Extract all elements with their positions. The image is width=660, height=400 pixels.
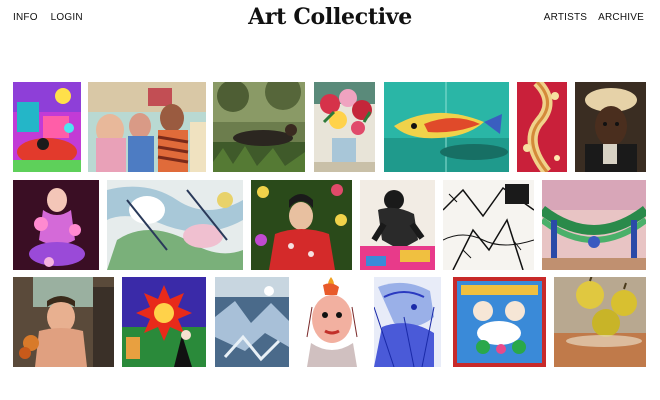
artwork-tile[interactable]: [374, 277, 441, 367]
artwork-tile[interactable]: [575, 82, 646, 172]
artwork-tile[interactable]: [384, 82, 509, 172]
artwork-tile[interactable]: [542, 180, 646, 270]
artwork-tile[interactable]: [360, 180, 435, 270]
artwork-tile[interactable]: [13, 180, 99, 270]
artwork-tile[interactable]: [13, 82, 81, 172]
artwork-tile[interactable]: [314, 82, 375, 172]
artwork-tile[interactable]: [215, 277, 289, 367]
artwork-tile[interactable]: [122, 277, 206, 367]
artists-link[interactable]: ARTISTS: [544, 12, 587, 23]
artwork-tile[interactable]: [453, 277, 546, 367]
artwork-tile[interactable]: [213, 82, 305, 172]
artwork-tile[interactable]: [443, 180, 534, 270]
artwork-tile[interactable]: [517, 82, 567, 172]
artwork-tile[interactable]: [88, 82, 206, 172]
artwork-tile[interactable]: [107, 180, 243, 270]
archive-link[interactable]: ARCHIVE: [598, 12, 644, 23]
artwork-tile[interactable]: [297, 277, 367, 367]
artwork-tile[interactable]: [251, 180, 352, 270]
artwork-tile[interactable]: [13, 277, 114, 367]
artwork-tile[interactable]: [554, 277, 646, 367]
right-nav: ARTISTS ARCHIVE: [536, 12, 644, 23]
